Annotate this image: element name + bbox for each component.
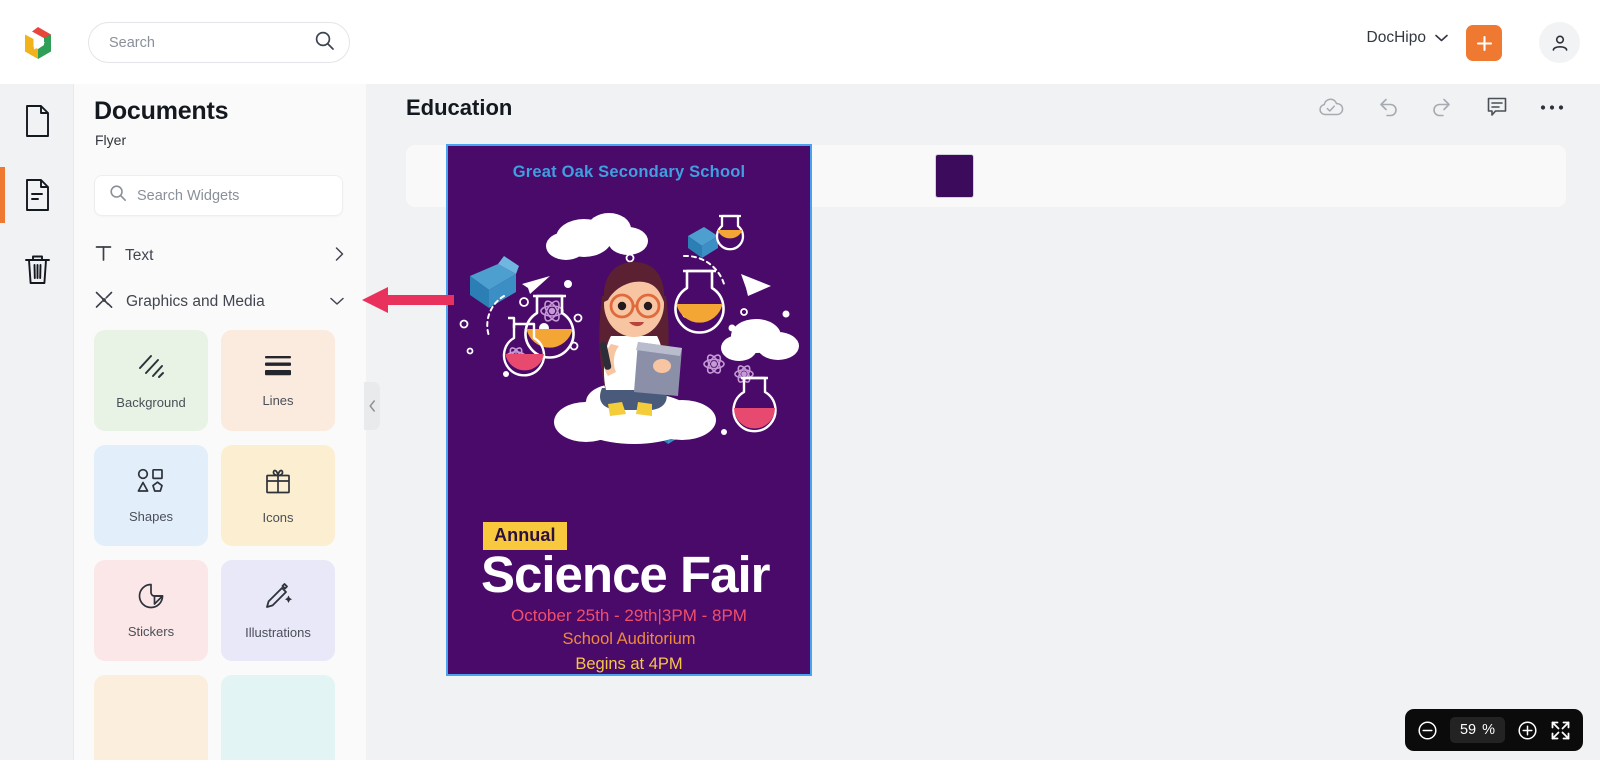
chevron-down-icon: [330, 293, 344, 311]
widget-card-label: Shapes: [128, 509, 174, 524]
poster-venue: School Auditorium: [562, 630, 696, 648]
zoom-out-icon[interactable]: [1417, 720, 1438, 741]
widget-card-row4-left[interactable]: [94, 675, 208, 760]
poster-begins-time: Begins at 4PM: [575, 655, 683, 673]
widget-card-lines[interactable]: Lines: [221, 330, 335, 431]
widget-card-shapes[interactable]: Shapes: [94, 445, 208, 546]
sidebar-item-documents[interactable]: [0, 84, 74, 158]
zoom-control: 59 %: [1404, 709, 1583, 751]
widget-card-label: Stickers: [127, 624, 175, 639]
sidebar-item-trash[interactable]: [0, 232, 74, 306]
dochipo-logo[interactable]: [20, 25, 56, 61]
page-title: Documents: [94, 97, 229, 125]
page-thumbnail[interactable]: [935, 154, 974, 198]
chevron-down-icon: [1435, 29, 1448, 47]
more-options-icon[interactable]: [1540, 104, 1564, 111]
science-illustration: [456, 196, 806, 456]
undo-icon[interactable]: [1376, 97, 1399, 117]
category-text[interactable]: Text: [94, 236, 344, 276]
widget-card-grid: Background Lines Shapes Icons Stickers I…: [94, 330, 346, 760]
widget-card-label: Icons: [262, 510, 294, 525]
gift-icon: [263, 466, 293, 501]
widget-card-illustrations[interactable]: Illustrations: [221, 560, 335, 661]
widget-card-stickers[interactable]: Stickers: [94, 560, 208, 661]
widget-panel: Documents Flyer Text: [74, 84, 366, 760]
graphics-media-icon: [94, 290, 114, 315]
zoom-value-field[interactable]: 59 %: [1449, 717, 1505, 743]
widget-card-label: Background: [116, 395, 186, 410]
sticker-icon: [137, 582, 165, 615]
pencil-sparkle-icon: [263, 581, 293, 616]
top-bar: DocHipo: [0, 0, 1600, 84]
zoom-percent-value: 59: [1459, 722, 1477, 738]
cloud-saved-icon[interactable]: [1318, 97, 1344, 117]
widget-card-icons[interactable]: Icons: [221, 445, 335, 546]
poster-dates: October 25th - 29th|3PM - 8PM: [511, 606, 747, 625]
hatch-pattern-icon: [136, 351, 166, 386]
brand-label: DocHipo: [1366, 29, 1426, 46]
widget-card-background[interactable]: Background: [94, 330, 208, 431]
comment-icon[interactable]: [1486, 96, 1508, 118]
search-icon: [109, 184, 127, 207]
panel-subtitle: Flyer: [95, 132, 127, 148]
redo-icon[interactable]: [1431, 97, 1454, 117]
user-avatar-button[interactable]: [1539, 22, 1580, 63]
category-label: Graphics and Media: [126, 293, 265, 310]
document-toolbar: [1318, 96, 1564, 118]
poster-title: Science Fair: [481, 546, 770, 603]
fullscreen-icon[interactable]: [1550, 720, 1571, 741]
brand-menu[interactable]: DocHipo: [1367, 29, 1448, 47]
zoom-percent-unit: %: [1482, 722, 1495, 738]
lines-icon: [263, 353, 293, 384]
global-search[interactable]: [88, 22, 350, 63]
widget-search[interactable]: [94, 175, 343, 216]
search-widgets-input[interactable]: [137, 187, 328, 204]
document-title: Education: [406, 95, 513, 120]
poster-canvas[interactable]: Great Oak Secondary School Annual Scienc…: [446, 144, 812, 676]
category-graphics-and-media[interactable]: Graphics and Media: [94, 282, 344, 322]
chevron-right-icon: [335, 246, 344, 266]
create-new-button[interactable]: [1466, 25, 1502, 61]
text-T-icon: [94, 244, 113, 268]
widget-card-label: Illustrations: [245, 625, 311, 640]
widget-card-label: Lines: [262, 393, 294, 408]
poster-school-name: Great Oak Secondary School: [512, 163, 746, 181]
left-rail: [0, 84, 74, 760]
sidebar-item-pages[interactable]: [0, 158, 74, 232]
shapes-icon: [135, 467, 167, 500]
category-label: Text: [125, 247, 154, 264]
zoom-in-icon[interactable]: [1517, 720, 1538, 741]
panel-collapse-handle[interactable]: [364, 382, 380, 430]
search-icon[interactable]: [314, 30, 335, 56]
search-input[interactable]: [109, 34, 314, 51]
widget-card-row4-right[interactable]: [221, 675, 335, 760]
